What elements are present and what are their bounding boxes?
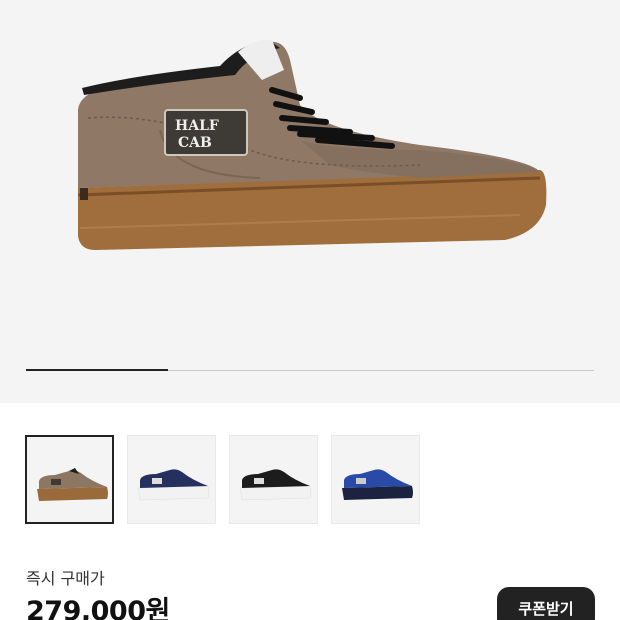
product-image-area[interactable]: HALF CAB <box>0 0 620 403</box>
thumbnail-black[interactable] <box>229 435 318 524</box>
svg-text:CAB: CAB <box>178 135 212 151</box>
sneaker-image: HALF CAB <box>77 39 547 250</box>
svg-text:HALF: HALF <box>175 118 219 134</box>
logo-patch: HALF CAB <box>164 109 248 156</box>
sneaker-thumbnail-icon <box>239 469 312 501</box>
sneaker-thumbnail-icon <box>342 469 413 500</box>
price-value: 279,000원 <box>26 596 170 620</box>
image-progress-track <box>26 369 594 371</box>
price-label: 즉시 구매가 <box>26 569 105 588</box>
thumbnail-blue[interactable] <box>331 435 420 524</box>
sneaker-thumbnail-icon <box>137 469 210 501</box>
thumbnail-brown[interactable] <box>25 435 114 524</box>
coupon-button[interactable]: 쿠폰받기 <box>497 587 595 620</box>
image-progress-fill <box>26 369 168 371</box>
sneaker-thumbnail-icon <box>37 468 108 501</box>
thumbnail-navy[interactable] <box>127 435 216 524</box>
